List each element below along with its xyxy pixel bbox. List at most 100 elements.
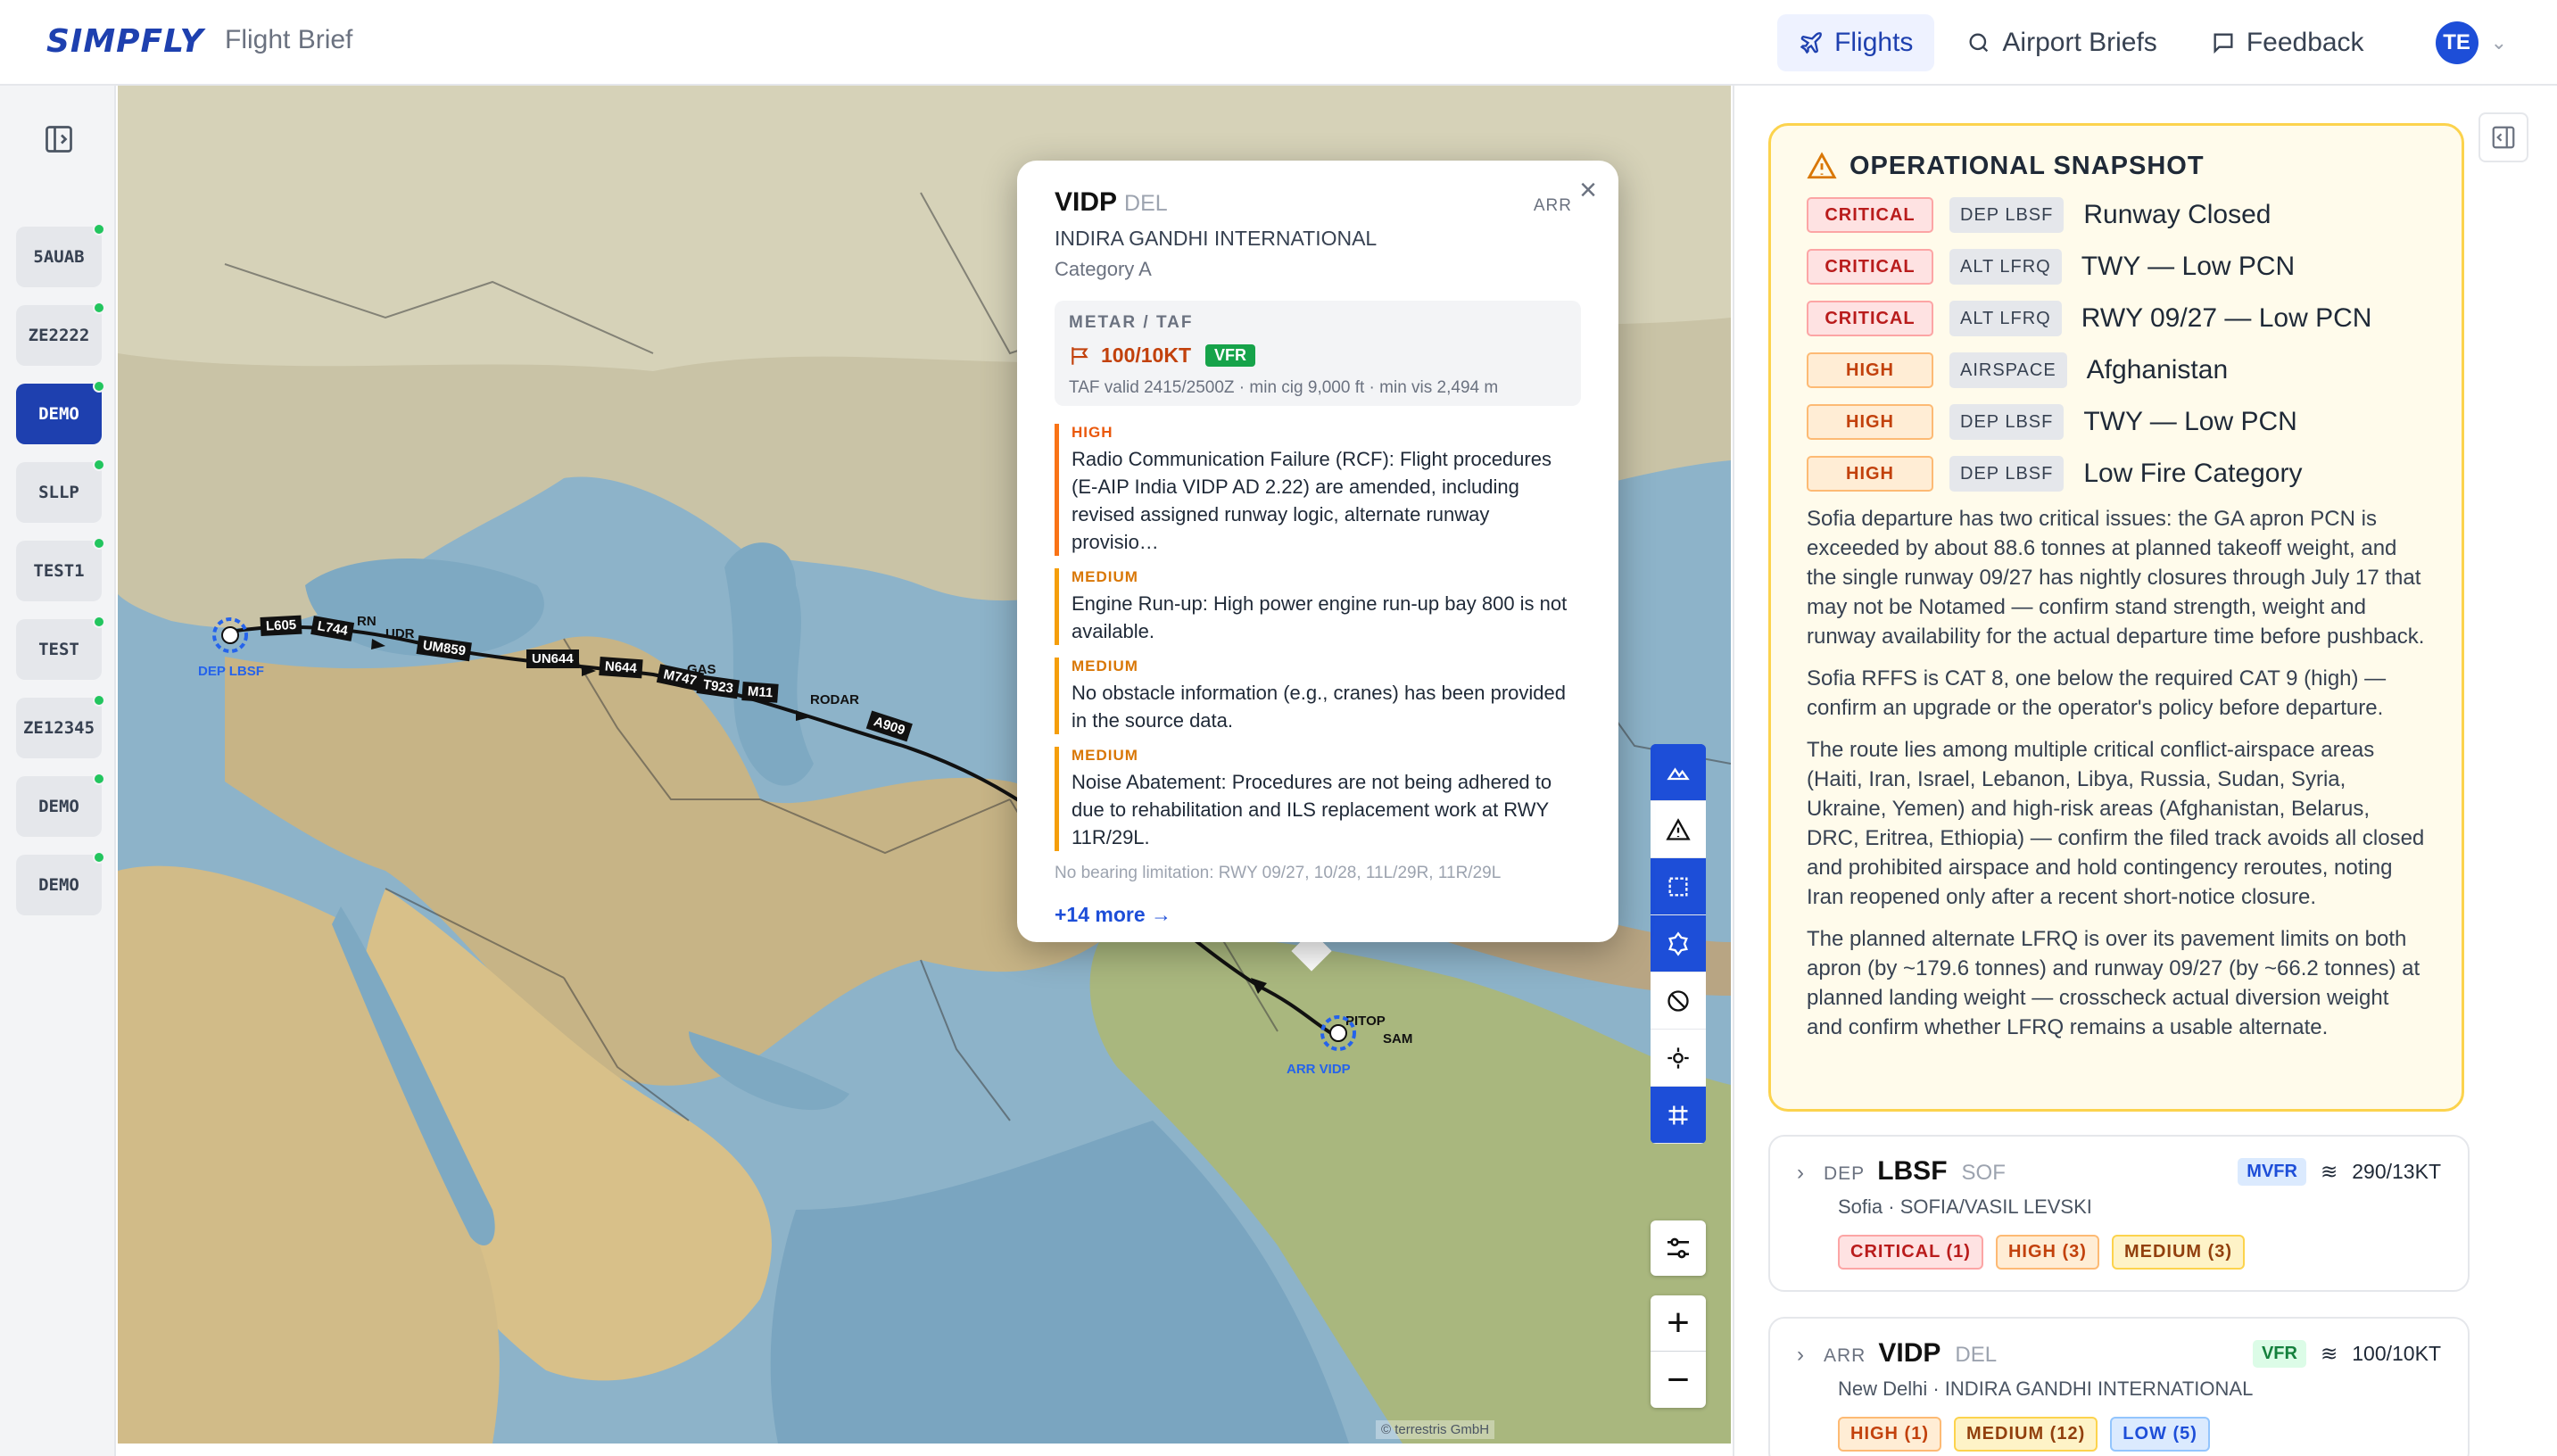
flight-chip-label: DEMO	[38, 797, 79, 816]
scope-badge: DEP LBSF	[1949, 404, 2065, 440]
flight-rules-badge: MVFR	[2238, 1158, 2306, 1186]
popup-iata-code: DEL	[1124, 191, 1168, 216]
chevron-right-icon[interactable]: ›	[1797, 1343, 1804, 1368]
nav-airport-briefs[interactable]: Airport Briefs	[1945, 14, 2178, 71]
notam-text: Radio Communication Failure (RCF): Fligh…	[1072, 448, 1552, 553]
flight-rules-badge: VFR	[2252, 1340, 2306, 1368]
more-notams-link[interactable]: +14 more →	[1055, 903, 1581, 927]
status-dot	[93, 223, 105, 236]
notam-item[interactable]: MEDIUM Engine Run-up: High power engine …	[1055, 568, 1581, 645]
select-box-icon	[1668, 877, 1688, 896]
sliders-icon	[1667, 1237, 1689, 1259]
popup-airport-name: INDIRA GANDHI INTERNATIONAL	[1055, 227, 1378, 250]
flight-chip-label: ZE2222	[28, 326, 90, 345]
nav-feedback-label: Feedback	[2246, 28, 2364, 57]
map-attribution[interactable]: © terrestris GmbH	[1376, 1420, 1495, 1439]
count-badge-high[interactable]: HIGH (1)	[1838, 1417, 1941, 1452]
scope-badge: ALT LFRQ	[1949, 301, 2062, 336]
flight-chip[interactable]: ZE2222	[16, 302, 105, 366]
count-badge-medium[interactable]: MEDIUM (12)	[1954, 1417, 2098, 1452]
panel-toggle-button[interactable]	[2478, 112, 2528, 162]
snapshot-issue[interactable]: HIGH DEP LBSF Low Fire Category	[1807, 456, 2426, 492]
notam-item[interactable]: MEDIUM No obstacle information (e.g., cr…	[1055, 658, 1581, 734]
flight-list: 5AUAB ZE2222 DEMO SLLP TEST1 TEST ZE1234…	[16, 223, 105, 933]
airport-card-arrival[interactable]: › ARR VIDP DEL VFR ≋ 100/10KT New Delhi …	[1768, 1317, 2470, 1456]
severity-badge: CRITICAL	[1807, 197, 1933, 233]
snapshot-paragraph: Sofia departure has two critical issues:…	[1807, 507, 2425, 649]
count-badge-medium[interactable]: MEDIUM (3)	[2111, 1235, 2246, 1270]
nav-airport-briefs-label: Airport Briefs	[2002, 28, 2157, 57]
gear-outline-icon	[1668, 931, 1688, 956]
issue-text: Runway Closed	[2083, 200, 2272, 229]
airport-wind: 290/13KT	[2352, 1160, 2441, 1183]
panel-collapse-icon	[2492, 126, 2515, 149]
tool-warnings[interactable]	[1651, 801, 1706, 858]
flight-chip[interactable]: 5AUAB	[16, 223, 105, 287]
locate-icon	[1667, 1046, 1689, 1069]
popup-wind: 100/10KT	[1101, 343, 1192, 367]
flight-chip-label: DEMO	[38, 404, 79, 424]
flight-chip-label: TEST	[38, 640, 79, 659]
flight-chip-active[interactable]: DEMO	[16, 380, 105, 444]
chevron-right-icon[interactable]: ›	[1797, 1161, 1804, 1186]
departure-airport-icon[interactable]	[207, 612, 253, 658]
flight-chip[interactable]: SLLP	[16, 459, 105, 523]
snapshot-issue[interactable]: HIGH DEP LBSF TWY — Low PCN	[1807, 404, 2426, 440]
tool-locate[interactable]	[1651, 1030, 1706, 1087]
count-badge-low[interactable]: LOW (5)	[2110, 1417, 2210, 1452]
layers-button[interactable]	[1651, 1220, 1706, 1276]
close-icon[interactable]: ×	[1579, 173, 1597, 208]
snapshot-issue[interactable]: CRITICAL DEP LBSF Runway Closed	[1807, 197, 2426, 233]
issue-text: Low Fire Category	[2083, 459, 2303, 488]
flight-chip[interactable]: DEMO	[16, 851, 105, 915]
flight-chip[interactable]: TEST1	[16, 537, 105, 601]
snapshot-paragraph: The route lies among multiple critical c…	[1807, 738, 2425, 909]
count-badge-critical[interactable]: CRITICAL (1)	[1838, 1235, 1983, 1270]
flight-chip[interactable]: TEST	[16, 616, 105, 680]
flight-chip[interactable]: DEMO	[16, 773, 105, 837]
airway-label: M11	[741, 682, 779, 703]
notam-item[interactable]: HIGH Radio Communication Failure (RCF): …	[1055, 424, 1581, 556]
notam-item[interactable]: MEDIUM Noise Abatement: Procedures are n…	[1055, 747, 1581, 851]
popup-role: ARR	[1533, 196, 1572, 215]
zoom-out-button[interactable]: −	[1651, 1352, 1706, 1408]
tool-restricted[interactable]	[1651, 972, 1706, 1030]
snapshot-issue[interactable]: CRITICAL ALT LFRQ TWY — Low PCN	[1807, 249, 2426, 285]
notam-list: HIGH Radio Communication Failure (RCF): …	[1055, 424, 1581, 851]
app-logo[interactable]: SIMPFLY	[46, 23, 204, 60]
tool-terrain[interactable]	[1651, 744, 1706, 801]
status-dot	[93, 773, 105, 785]
nav-feedback[interactable]: Feedback	[2189, 14, 2386, 71]
tool-select-area[interactable]	[1651, 858, 1706, 915]
airport-location: Sofia · SOFIA/VASIL LEVSKI	[1838, 1195, 2092, 1218]
snapshot-issue[interactable]: CRITICAL ALT LFRQ RWY 09/27 — Low PCN	[1807, 301, 2426, 336]
grid-icon	[1668, 1105, 1688, 1124]
flight-chip-label: SLLP	[38, 483, 79, 502]
airport-card-departure[interactable]: › DEP LBSF SOF MVFR ≋ 290/13KT Sofia · S…	[1768, 1135, 2470, 1292]
notam-severity: MEDIUM	[1072, 568, 1138, 585]
search-icon	[1969, 33, 1989, 53]
flight-chip[interactable]: ZE12345	[16, 694, 105, 758]
wind-icon: ≋	[2320, 1160, 2338, 1183]
user-menu[interactable]: TE ⌄	[2435, 21, 2507, 64]
wind-icon: ≋	[2320, 1342, 2338, 1365]
tool-grid[interactable]	[1651, 1087, 1706, 1144]
nav-flights[interactable]: Flights	[1777, 14, 1935, 71]
notam-severity: MEDIUM	[1072, 747, 1138, 764]
bearing-note: No bearing limitation: RWY 09/27, 10/28,…	[1055, 864, 1502, 882]
flight-chip-label: TEST1	[33, 561, 85, 581]
sidebar-toggle-icon[interactable]	[43, 123, 75, 155]
arrival-airport-icon[interactable]	[1315, 1010, 1361, 1056]
count-badge-high[interactable]: HIGH (3)	[1995, 1235, 2099, 1270]
tool-settings[interactable]	[1651, 915, 1706, 972]
issue-text: TWY — Low PCN	[2081, 252, 2296, 281]
issue-text: Afghanistan	[2086, 355, 2229, 385]
flight-chip-label: DEMO	[38, 875, 79, 895]
zoom-in-button[interactable]: +	[1651, 1295, 1706, 1352]
map-tool-stack	[1651, 744, 1706, 1144]
status-dot	[93, 459, 105, 471]
app-title: Flight Brief	[225, 25, 353, 54]
airport-popup: × VIDP DEL ARR INDIRA GANDHI INTERNATIONA…	[1017, 161, 1618, 942]
status-dot	[93, 616, 105, 628]
snapshot-issue[interactable]: HIGH AIRSPACE Afghanistan	[1807, 352, 2426, 388]
